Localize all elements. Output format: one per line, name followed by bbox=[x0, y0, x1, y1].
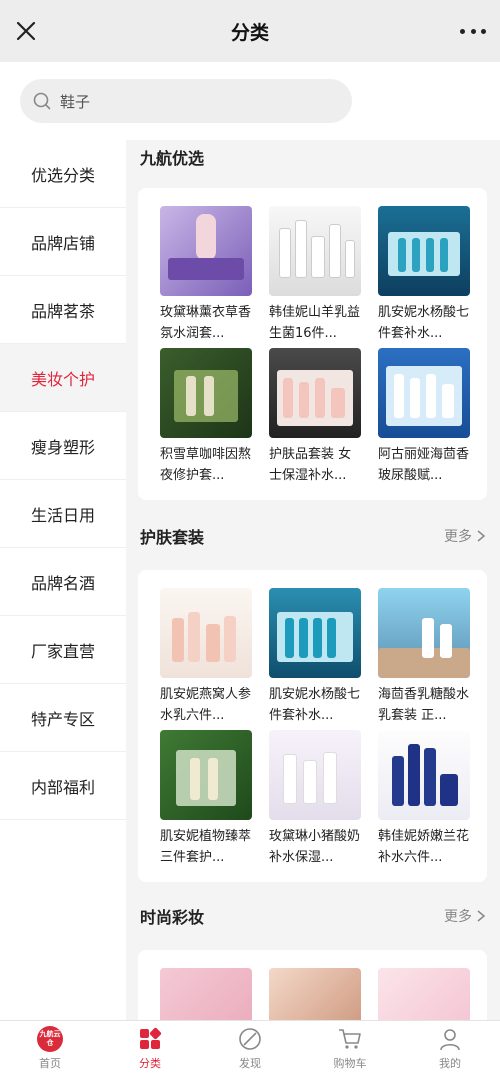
product-image bbox=[160, 968, 252, 1020]
product-image bbox=[378, 968, 470, 1020]
tab-label: 我的 bbox=[439, 1056, 461, 1070]
product-item[interactable]: 玫黛琳薰衣草香氛水润套... bbox=[160, 206, 252, 344]
product-image bbox=[378, 206, 470, 296]
logo-text: 九航云仓 bbox=[37, 1025, 63, 1052]
tab-label: 发现 bbox=[239, 1056, 261, 1070]
section-title: 时尚彩妆 bbox=[140, 908, 205, 927]
product-name: 积雪草咖啡因熬夜修护套... bbox=[160, 447, 252, 483]
product-name: 肌安妮燕窝人参水乳六件... bbox=[160, 687, 252, 723]
product-card-group: 肌安妮燕窝人参水乳六件... 肌安妮水杨酸七件套补水... 海茴香乳糖酸水乳套装… bbox=[138, 570, 487, 882]
product-item[interactable]: 积雪草咖啡因熬夜修护套... bbox=[160, 348, 252, 486]
more-label: 更多 bbox=[444, 909, 472, 925]
product-item[interactable]: 肌安妮水杨酸七件套补水... bbox=[378, 206, 470, 344]
section-title: 护肤套装 bbox=[140, 528, 205, 547]
sidebar-item-brand-liquor[interactable]: 品牌名酒 bbox=[0, 548, 126, 616]
product-image bbox=[160, 588, 252, 678]
product-name: 肌安妮植物臻萃三件套护... bbox=[160, 829, 252, 865]
search-icon bbox=[33, 92, 51, 110]
product-name: 玫黛琳小猪酸奶补水保湿... bbox=[269, 829, 361, 865]
product-name: 玫黛琳薰衣草香氛水润套... bbox=[160, 305, 252, 341]
product-image bbox=[378, 348, 470, 438]
tab-cart[interactable]: 购物车 bbox=[300, 1021, 400, 1075]
product-name: 阿古丽娅海茴香玻尿酸赋... bbox=[378, 447, 470, 483]
product-name: 肌安妮水杨酸七件套补水... bbox=[269, 687, 361, 723]
more-label: 更多 bbox=[444, 529, 472, 545]
product-item[interactable]: 韩佳妮山羊乳益生菌16件... bbox=[269, 206, 361, 344]
top-bar: 分类 bbox=[0, 0, 500, 62]
product-image bbox=[269, 730, 361, 820]
sidebar-item-daily-life[interactable]: 生活日用 bbox=[0, 480, 126, 548]
product-item[interactable] bbox=[269, 968, 361, 1020]
profile-icon bbox=[440, 1028, 460, 1050]
product-item[interactable]: 肌安妮植物臻萃三件套护... bbox=[160, 730, 252, 868]
product-image bbox=[160, 348, 252, 438]
cart-icon bbox=[339, 1028, 361, 1049]
product-item[interactable]: 护肤品套装 女士保湿补水... bbox=[269, 348, 361, 486]
more-options-icon[interactable] bbox=[460, 22, 486, 40]
product-name: 海茴香乳糖酸水乳套装 正... bbox=[378, 687, 470, 723]
tab-profile[interactable]: 我的 bbox=[400, 1021, 500, 1075]
section-more-link[interactable]: 更多 bbox=[444, 906, 486, 926]
section-header: 时尚彩妆 更多 bbox=[140, 901, 486, 931]
close-icon[interactable] bbox=[14, 19, 38, 43]
product-item[interactable]: 玫黛琳小猪酸奶补水保湿... bbox=[269, 730, 361, 868]
sidebar-item-factory-direct[interactable]: 厂家直营 bbox=[0, 616, 126, 684]
tab-label: 分类 bbox=[139, 1056, 161, 1070]
search-input[interactable]: 鞋子 bbox=[20, 79, 352, 123]
tab-label: 首页 bbox=[39, 1056, 61, 1070]
product-name: 韩佳妮山羊乳益生菌16件... bbox=[269, 305, 361, 341]
tab-label: 购物车 bbox=[333, 1056, 367, 1070]
product-name: 韩佳妮娇嫩兰花补水六件... bbox=[378, 829, 470, 865]
category-icon bbox=[140, 1027, 162, 1049]
product-image bbox=[378, 588, 470, 678]
product-image bbox=[269, 348, 361, 438]
tab-home[interactable]: 九航云仓 首页 bbox=[0, 1021, 100, 1075]
section-more-link[interactable]: 更多 bbox=[444, 526, 486, 546]
search-placeholder: 鞋子 bbox=[60, 92, 91, 111]
product-item[interactable] bbox=[378, 968, 470, 1020]
tab-discover[interactable]: 发现 bbox=[200, 1021, 300, 1075]
product-image bbox=[378, 730, 470, 820]
product-name: 肌安妮水杨酸七件套补水... bbox=[378, 305, 470, 341]
product-item[interactable]: 阿古丽娅海茴香玻尿酸赋... bbox=[378, 348, 470, 486]
sidebar-item-internal-benefits[interactable]: 内部福利 bbox=[0, 752, 126, 820]
product-item[interactable] bbox=[160, 968, 252, 1020]
product-image bbox=[160, 206, 252, 296]
sidebar-item-specialties[interactable]: 特产专区 bbox=[0, 684, 126, 752]
section-header: 九航优选 bbox=[140, 142, 486, 172]
product-image bbox=[269, 588, 361, 678]
section-header: 护肤套装 更多 bbox=[140, 521, 486, 551]
product-card-group: 玫黛琳薰衣草香氛水润套... 韩佳妮山羊乳益生菌16件... 肌安妮水杨酸七件套… bbox=[138, 188, 487, 500]
category-content: 九航优选 玫黛琳薰衣草香氛水润套... 韩佳妮山羊乳益生菌16件... 肌安妮水… bbox=[126, 140, 500, 1020]
section-title: 九航优选 bbox=[140, 149, 205, 168]
sidebar-item-beauty[interactable]: 美妆个护 bbox=[0, 344, 126, 412]
home-logo-icon: 九航云仓 bbox=[37, 1025, 63, 1052]
product-card-group bbox=[138, 950, 487, 1020]
product-item[interactable]: 海茴香乳糖酸水乳套装 正... bbox=[378, 588, 470, 726]
sidebar-item-youxuan[interactable]: 优选分类 bbox=[0, 140, 126, 208]
sidebar-item-brand-shops[interactable]: 品牌店铺 bbox=[0, 208, 126, 276]
product-image bbox=[160, 730, 252, 820]
product-item[interactable]: 肌安妮水杨酸七件套补水... bbox=[269, 588, 361, 726]
product-name: 护肤品套装 女士保湿补水... bbox=[269, 447, 352, 483]
category-sidebar: 优选分类 品牌店铺 品牌茗茶 美妆个护 瘦身塑形 生活日用 品牌名酒 厂家直营 … bbox=[0, 140, 126, 1020]
product-item[interactable]: 韩佳妮娇嫩兰花补水六件... bbox=[378, 730, 470, 868]
chevron-right-icon bbox=[477, 530, 486, 542]
bottom-tab-bar: 九航云仓 首页 分类 发现 购物车 我的 bbox=[0, 1020, 500, 1075]
sidebar-item-slimming[interactable]: 瘦身塑形 bbox=[0, 412, 126, 480]
tab-category[interactable]: 分类 bbox=[100, 1021, 200, 1075]
product-image bbox=[269, 206, 361, 296]
product-item[interactable]: 肌安妮燕窝人参水乳六件... bbox=[160, 588, 252, 726]
search-area: 鞋子 bbox=[0, 62, 500, 140]
page-title: 分类 bbox=[230, 21, 269, 44]
discover-icon bbox=[239, 1027, 261, 1050]
chevron-right-icon bbox=[477, 910, 486, 922]
sidebar-item-brand-tea[interactable]: 品牌茗茶 bbox=[0, 276, 126, 344]
product-image bbox=[269, 968, 361, 1020]
